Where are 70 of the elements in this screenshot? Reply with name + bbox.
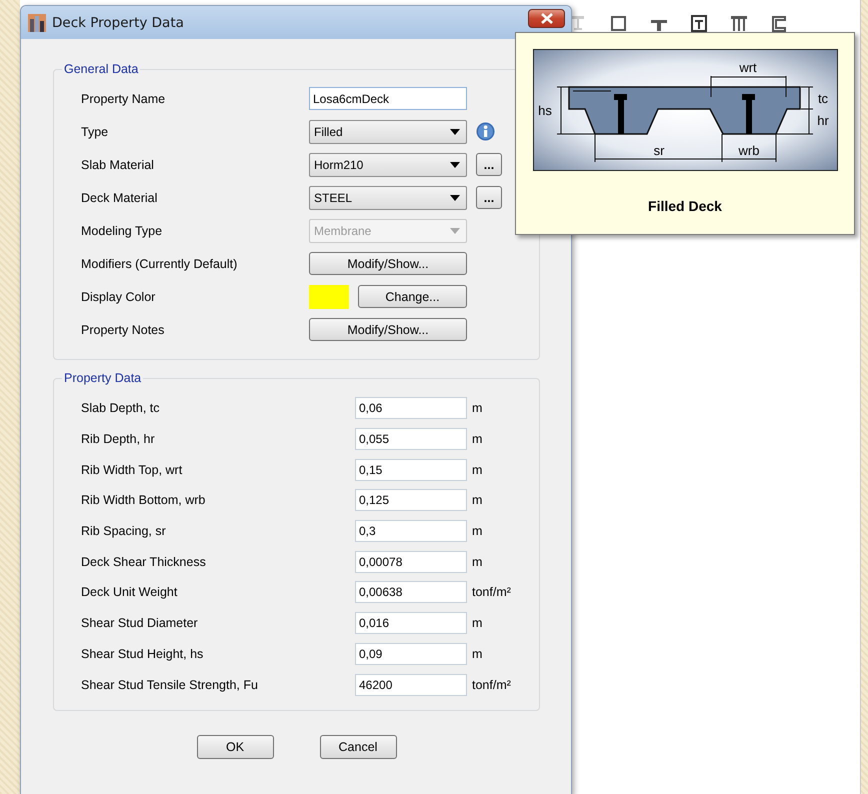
browse-button[interactable]: ... [476,153,502,176]
field-label: Shear Stud Diameter [81,616,199,630]
buildings-icon [27,12,47,32]
multi-beam-icon [730,14,748,32]
field-label: Shear Stud Height, hs [81,646,204,661]
field-label: Deck Unit Weight [81,585,178,600]
close-icon [540,13,554,24]
unit-label: m [471,493,484,508]
modify-show-button[interactable]: Modify/Show... [309,252,467,275]
ok-button[interactable]: OK [196,734,274,759]
dimension-label: wrb [738,143,759,158]
modify-show-button[interactable]: Modify/Show... [309,318,467,341]
field-label: Display Color [81,290,156,304]
number-field[interactable]: 0,125 [355,489,467,512]
field-label: Slab Depth, tc [81,401,161,416]
number-field[interactable]: 0,00078 [355,550,467,573]
group-title: Property Data [62,371,144,385]
field-label: Rib Spacing, sr [81,524,167,538]
unit-label: m [471,554,484,569]
field-label: Rib Width Bottom, wrb [81,493,206,508]
field-label: Property Notes [81,322,166,336]
number-field[interactable]: 0,00638 [355,581,467,604]
number-field[interactable]: 0,3 [355,520,467,542]
dropdown[interactable]: Filled [309,120,467,144]
number-field[interactable]: 0,09 [355,642,467,665]
unit-label: m [471,462,484,477]
number-field[interactable]: 0,15 [355,458,467,481]
field-label: Rib Width Top, wrt [81,462,184,477]
dimension-label: hs [538,103,552,118]
field-label: Type [81,124,110,138]
group-title: General Data [62,62,140,76]
browse-button[interactable]: ... [476,186,502,209]
unit-label: m [471,524,484,538]
tooltip-caption: Filled Deck [648,198,722,214]
unit-label: m [471,646,484,661]
field-label: Deck Material [81,190,158,204]
number-field[interactable]: 46200 [355,674,467,696]
dimension-label: tc [817,91,828,106]
number-field[interactable]: 0,06 [355,397,467,420]
caret-icon [450,228,460,234]
channel-section-icon [770,14,788,32]
number-field[interactable]: 0,016 [355,612,467,634]
unit-label: tonf/m² [471,585,512,600]
unit-label: tonf/m² [471,678,512,692]
dropdown[interactable]: Horm210 [309,152,467,176]
field-label: Shear Stud Tensile Strength, Fu [81,678,259,692]
dimension-label: hr [816,113,828,128]
window-title: Deck Property Data [52,14,185,30]
text-field[interactable]: Losa6cmDeck [309,87,467,110]
close-button[interactable] [528,9,565,28]
unit-label: m [471,616,484,630]
dimension-label: wrt [738,60,756,75]
change-button[interactable]: Change... [358,285,467,308]
field-label: Slab Material [81,158,155,172]
dropdown[interactable]: STEEL [309,186,467,210]
square-section-icon [610,14,628,32]
field-label: Deck Shear Thickness [81,554,207,569]
boxed-t-icon [690,14,708,32]
cancel-button[interactable]: Cancel [320,734,396,759]
unit-label: m [471,432,484,446]
caret-icon [450,194,460,200]
caret-icon [450,128,460,134]
dimension-label: sr [653,143,664,158]
field-label: Modifiers (Currently Default) [81,256,238,270]
field-label: Property Name [81,92,166,106]
unit-label: m [471,401,484,416]
field-label: Rib Depth, hr [81,432,156,446]
number-field[interactable]: 0,055 [355,428,467,450]
caret-icon [450,162,460,168]
field-label: Modeling Type [81,224,164,238]
